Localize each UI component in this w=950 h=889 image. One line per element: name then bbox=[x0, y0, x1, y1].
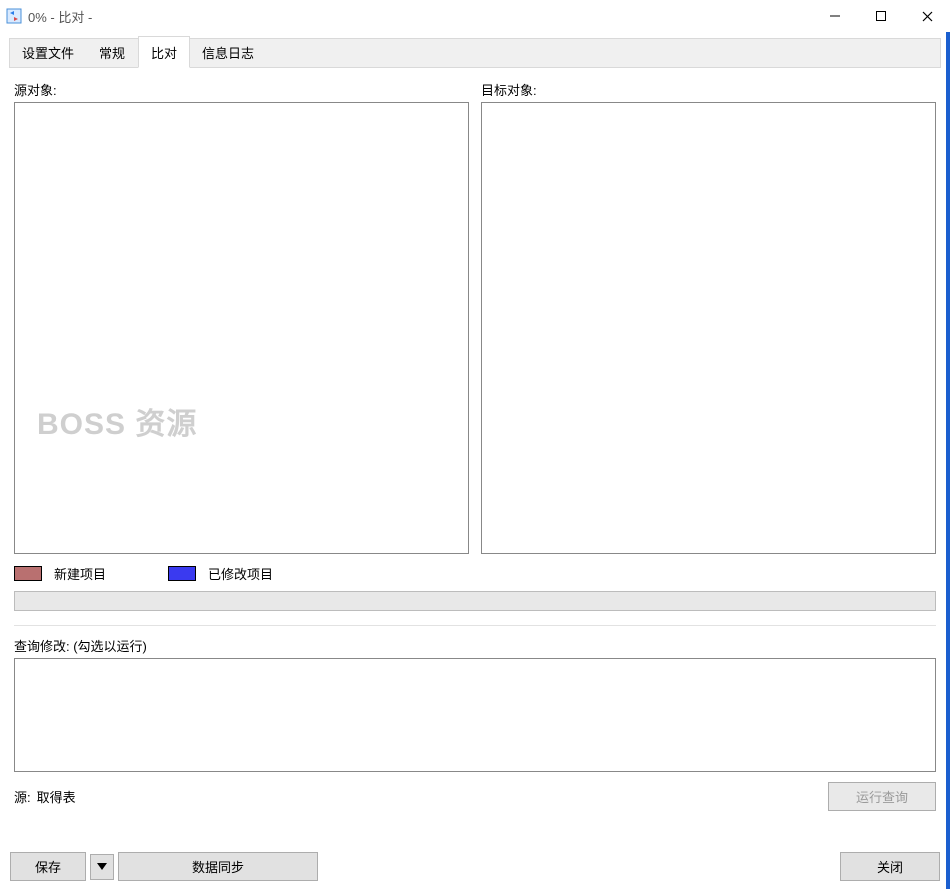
tab-info-log[interactable]: 信息日志 bbox=[190, 38, 267, 67]
target-objects-list[interactable] bbox=[481, 102, 936, 554]
query-modify-label: 查询修改: (勾选以运行) bbox=[14, 636, 936, 655]
footer-bar: 保存 数据同步 关闭 bbox=[0, 843, 950, 889]
source-prefix: 源: bbox=[14, 787, 31, 806]
title-bar: 0% - 比对 - bbox=[0, 0, 950, 32]
legend-label-modified: 已修改项目 bbox=[208, 564, 273, 583]
run-query-button[interactable]: 运行查询 bbox=[828, 782, 936, 811]
maximize-button[interactable] bbox=[858, 0, 904, 32]
close-window-button[interactable] bbox=[904, 0, 950, 32]
data-sync-button[interactable]: 数据同步 bbox=[118, 852, 318, 881]
legend: 新建项目 已修改项目 bbox=[14, 564, 936, 583]
target-objects-label: 目标对象: bbox=[481, 80, 936, 99]
tab-strip: 设置文件 常规 比对 信息日志 bbox=[9, 38, 941, 68]
source-objects-list[interactable]: BOSS 资源 bbox=[14, 102, 469, 554]
minimize-button[interactable] bbox=[812, 0, 858, 32]
tab-content-compare: 源对象: BOSS 资源 目标对象: 新建项目 已修改项目 查询修改: (勾选以… bbox=[0, 68, 950, 811]
progress-bar bbox=[14, 591, 936, 611]
right-edge-decoration bbox=[946, 32, 950, 889]
close-button[interactable]: 关闭 bbox=[840, 852, 940, 881]
separator bbox=[14, 625, 936, 626]
tab-general[interactable]: 常规 bbox=[87, 38, 138, 67]
legend-label-new: 新建项目 bbox=[54, 564, 106, 583]
app-icon bbox=[6, 8, 22, 24]
tab-settings-file[interactable]: 设置文件 bbox=[10, 38, 87, 67]
tab-compare[interactable]: 比对 bbox=[138, 36, 190, 68]
watermark-text: BOSS 资源 bbox=[37, 399, 197, 443]
query-modify-list[interactable] bbox=[14, 658, 936, 772]
save-dropdown-button[interactable] bbox=[90, 854, 114, 880]
source-objects-label: 源对象: bbox=[14, 80, 469, 99]
save-button[interactable]: 保存 bbox=[10, 852, 86, 881]
window-controls bbox=[812, 0, 950, 32]
legend-swatch-modified bbox=[168, 566, 196, 581]
legend-swatch-new bbox=[14, 566, 42, 581]
window-title: 0% - 比对 - bbox=[28, 7, 92, 26]
chevron-down-icon bbox=[97, 863, 107, 870]
source-value: 取得表 bbox=[37, 787, 76, 806]
